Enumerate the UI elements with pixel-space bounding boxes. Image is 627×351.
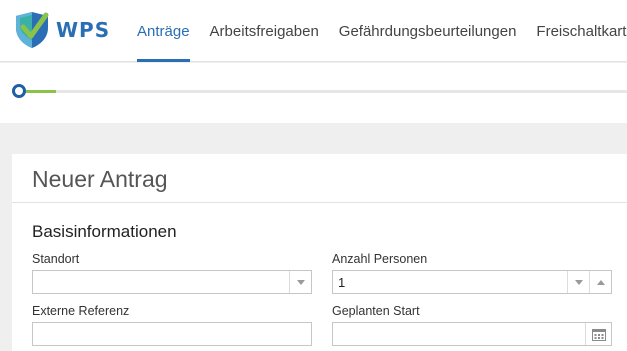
section-title: Basisinformationen [32, 222, 177, 241]
tab-arbeitsfreigaben[interactable]: Arbeitsfreigaben [210, 0, 319, 62]
stepper-current-step[interactable] [12, 84, 26, 98]
chevron-up-icon[interactable] [589, 271, 611, 293]
brand-name: WPS [56, 18, 111, 42]
main-tabs: Anträge Arbeitsfreigaben Gefährdungsbeur… [137, 0, 627, 62]
anzahl-personen-label: Anzahl Personen [332, 252, 428, 266]
stepper-track [18, 90, 627, 93]
wizard-stepper [0, 63, 627, 123]
geplanter-start-label: Geplanten Start [332, 304, 420, 318]
tab-freischaltkarten[interactable]: Freischaltkart [536, 0, 626, 62]
externe-referenz-input[interactable] [32, 322, 312, 346]
calendar-icon[interactable] [585, 323, 611, 345]
divider [12, 202, 627, 203]
stepper-progress [26, 90, 56, 93]
top-navigation-bar: WPS Anträge Arbeitsfreigaben Gefährdungs… [0, 0, 627, 62]
chevron-down-icon[interactable] [289, 271, 311, 293]
standort-label: Standort [32, 252, 80, 266]
anzahl-personen-stepper[interactable]: 1 [332, 270, 612, 294]
page-title: Neuer Antrag [32, 166, 168, 192]
standort-select[interactable] [32, 270, 312, 294]
externe-referenz-label: Externe Referenz [32, 304, 130, 318]
geplanter-start-date-input[interactable] [332, 322, 612, 346]
new-request-form: Neuer Antrag Basisinformationen Standort… [12, 154, 627, 351]
tab-gefaehrdungsbeurteilungen[interactable]: Gefährdungsbeurteilungen [339, 0, 517, 62]
shield-check-icon [12, 10, 52, 50]
chevron-down-icon[interactable] [567, 271, 589, 293]
tab-antraege[interactable]: Anträge [137, 0, 190, 62]
wps-logo[interactable]: WPS [12, 10, 110, 50]
anzahl-personen-value: 1 [338, 275, 346, 290]
